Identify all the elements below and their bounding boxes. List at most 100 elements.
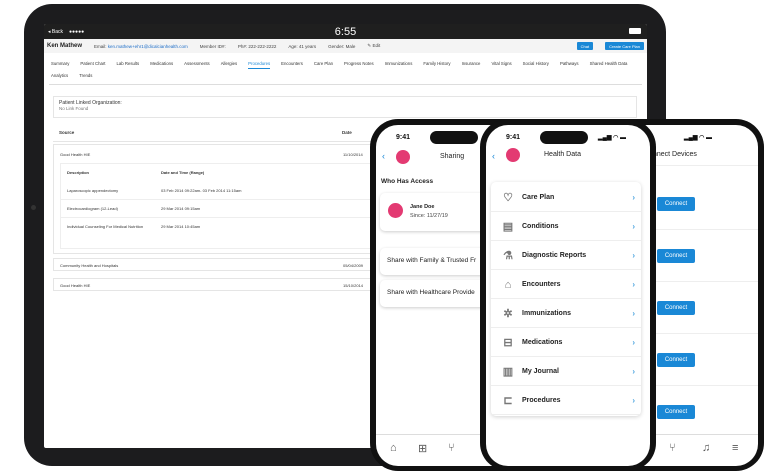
bell-tab-icon[interactable]: ♫ (702, 442, 710, 454)
table-row[interactable]: Good Health HIE 15/10/2014 (53, 278, 383, 291)
nav-tab-encounters[interactable]: Encounters (281, 58, 303, 70)
nav-tab-family-history[interactable]: Family History (423, 58, 450, 70)
chat-button[interactable]: Chat (576, 42, 594, 50)
nav-tab-lab-results[interactable]: Lab Results (116, 58, 139, 70)
chevron-right-icon: › (632, 193, 635, 202)
sub-row-date: 29 Mar 2014 10:45am (161, 224, 201, 229)
journal-icon: ▥ (502, 366, 514, 378)
health-item-immunizations[interactable]: ✲ Immunizations › (491, 300, 641, 328)
nav-tab-progress-notes[interactable]: Progress Notes (344, 58, 374, 70)
bed-icon: ⊏ (503, 395, 513, 407)
status-time: 6:55 (334, 25, 357, 38)
pathways-tab-icon[interactable]: ⑂ (448, 442, 455, 454)
divider (61, 199, 377, 200)
chevron-right-icon: › (632, 222, 635, 231)
health-item-encounters[interactable]: ⌂ Encounters › (491, 271, 641, 299)
nav-tab-analytics[interactable]: Analytics (51, 70, 68, 82)
patient-header: Ken Mathew Email: ken.mathew+ehr1@dicalc… (44, 39, 647, 53)
hospital-icon: ⌂ (504, 278, 512, 291)
connect-button[interactable]: Connect (657, 249, 695, 263)
health-item-procedures[interactable]: ⊏ Procedures › (491, 387, 641, 415)
edit-button[interactable]: ✎ Edit (367, 43, 380, 49)
row-date: 15/10/2014 (343, 283, 364, 288)
connect-button[interactable]: Connect (657, 405, 695, 419)
phone-info: Ph#: 222-222-2222 (238, 44, 277, 49)
health-item-diagnostic-reports[interactable]: ⚗ Diagnostic Reports › (491, 242, 641, 270)
health-item-label: Conditions (522, 223, 559, 230)
status-icons: ▂▄▆ ◠ ▬ (598, 135, 627, 141)
patient-name: Ken Mathew (47, 43, 83, 49)
medical-bag-tab-icon[interactable]: ⊞ (418, 442, 427, 455)
row-source: Good Health HIE (60, 152, 91, 157)
chevron-right-icon: › (632, 367, 635, 376)
health-item-label: Immunizations (522, 310, 572, 317)
sub-table: Description Date and Time (Range) Laparo… (60, 163, 377, 249)
avatar (506, 148, 520, 162)
phone-label: Ph#: (237, 43, 248, 49)
email-link[interactable]: ken.mathew+ehr1@dicalcianhealth.com (108, 44, 188, 49)
sub-row-date: 29 Mar 2014 09:15am (161, 206, 201, 211)
health-item-my-journal[interactable]: ▥ My Journal › (491, 358, 641, 386)
nav-tab-procedures[interactable]: Procedures (248, 60, 271, 69)
health-item-medications[interactable]: ⊟ Medications › (491, 329, 641, 357)
sub-header-date: Date and Time (Range) (161, 170, 205, 175)
health-item-conditions[interactable]: ▤ Conditions › (491, 213, 641, 241)
date-header: Date (342, 130, 352, 135)
health-item-care-plan[interactable]: ♡ Care Plan › (491, 184, 641, 212)
gender-info: Gender: Male (328, 43, 356, 49)
back-chevron-icon[interactable]: ‹ (492, 151, 495, 161)
nav-tab-pathways[interactable]: Pathways (560, 58, 579, 70)
health-data-title: Health Data (544, 151, 581, 158)
phone-value: 222-222-2222 (248, 43, 277, 49)
chevron-right-icon: › (632, 251, 635, 260)
nav-tab-assessments[interactable]: Assessments (184, 58, 210, 70)
sub-row-desc: Laparoscopic appendectomy (67, 188, 119, 193)
nav-tab-allergies[interactable]: Allergies (221, 58, 237, 70)
nav-tab-summary[interactable]: Summary (51, 58, 69, 70)
tablet-status-bar: ◂ Back ●●●●● 6:55 (44, 24, 647, 39)
table-row[interactable]: Community Health and Hospitals 05/04/200… (53, 258, 383, 271)
sharing-title: Sharing (440, 153, 465, 160)
nav-tab-care-plan[interactable]: Care Plan (314, 58, 333, 70)
create-care-plan-button[interactable]: Create Care Plan (605, 42, 644, 50)
dynamic-island (540, 131, 588, 144)
battery-icon (629, 28, 641, 34)
chevron-right-icon: › (632, 338, 635, 347)
connect-button[interactable]: Connect (657, 197, 695, 211)
health-item-label: Procedures (522, 397, 561, 404)
virus-icon: ✲ (503, 308, 513, 320)
pathways-tab-icon[interactable]: ⑂ (669, 442, 676, 454)
nav-tab-medications[interactable]: Medications (150, 58, 173, 70)
health-item-label: Medications (522, 339, 563, 346)
member-id: Member ID#: (199, 43, 226, 49)
chevron-right-icon: › (632, 309, 635, 318)
nav-tab-social-history[interactable]: Social History (523, 58, 549, 70)
camera-icon (31, 205, 36, 210)
back-chevron-icon[interactable]: ‹ (382, 151, 385, 161)
sub-row-desc: Individual Counseling For Medical Nutrit… (67, 224, 144, 229)
avatar (388, 203, 403, 218)
nav-tab-insurance[interactable]: Insurance (462, 58, 481, 70)
health-item-label: My Journal (522, 368, 559, 375)
nav-tab-patient-chart[interactable]: Patient Chart (80, 58, 105, 70)
nav-tab-shared-health-data[interactable]: Shared Health Data (590, 58, 628, 70)
home-tab-icon[interactable]: ⌂ (390, 442, 397, 454)
person-name: Jane Doe (410, 204, 435, 210)
nav-tab-immunizations[interactable]: Immunizations (385, 58, 413, 70)
status-time: 9:41 (396, 134, 411, 141)
status-time: 9:41 (506, 134, 521, 141)
avatar (396, 150, 410, 164)
health-item-label: Care Plan (522, 194, 555, 201)
menu-tab-icon[interactable]: ≡ (732, 442, 738, 454)
nav-tab-trends[interactable]: Trends (79, 70, 92, 82)
connect-button[interactable]: Connect (657, 353, 695, 367)
connect-button[interactable]: Connect (657, 301, 695, 315)
phone-middle-screen: 9:41 ▂▄▆ ◠ ▬ ‹ Health Data ♡ Care Plan › ▤ C… (486, 125, 650, 466)
row-source: Good Health HIE (60, 283, 91, 288)
source-header: Source (59, 130, 75, 135)
chevron-right-icon: › (632, 280, 635, 289)
nav-tab-vital-signs[interactable]: Vital Signs (491, 58, 511, 70)
table-row[interactable]: Good Health HIE 11/10/2014 Description D… (53, 144, 383, 254)
linked-org-box: Patient Linked Organization: No Link Fou… (53, 96, 637, 118)
email-info: Email: ken.mathew+ehr1@dicalcianhealth.c… (94, 44, 188, 49)
